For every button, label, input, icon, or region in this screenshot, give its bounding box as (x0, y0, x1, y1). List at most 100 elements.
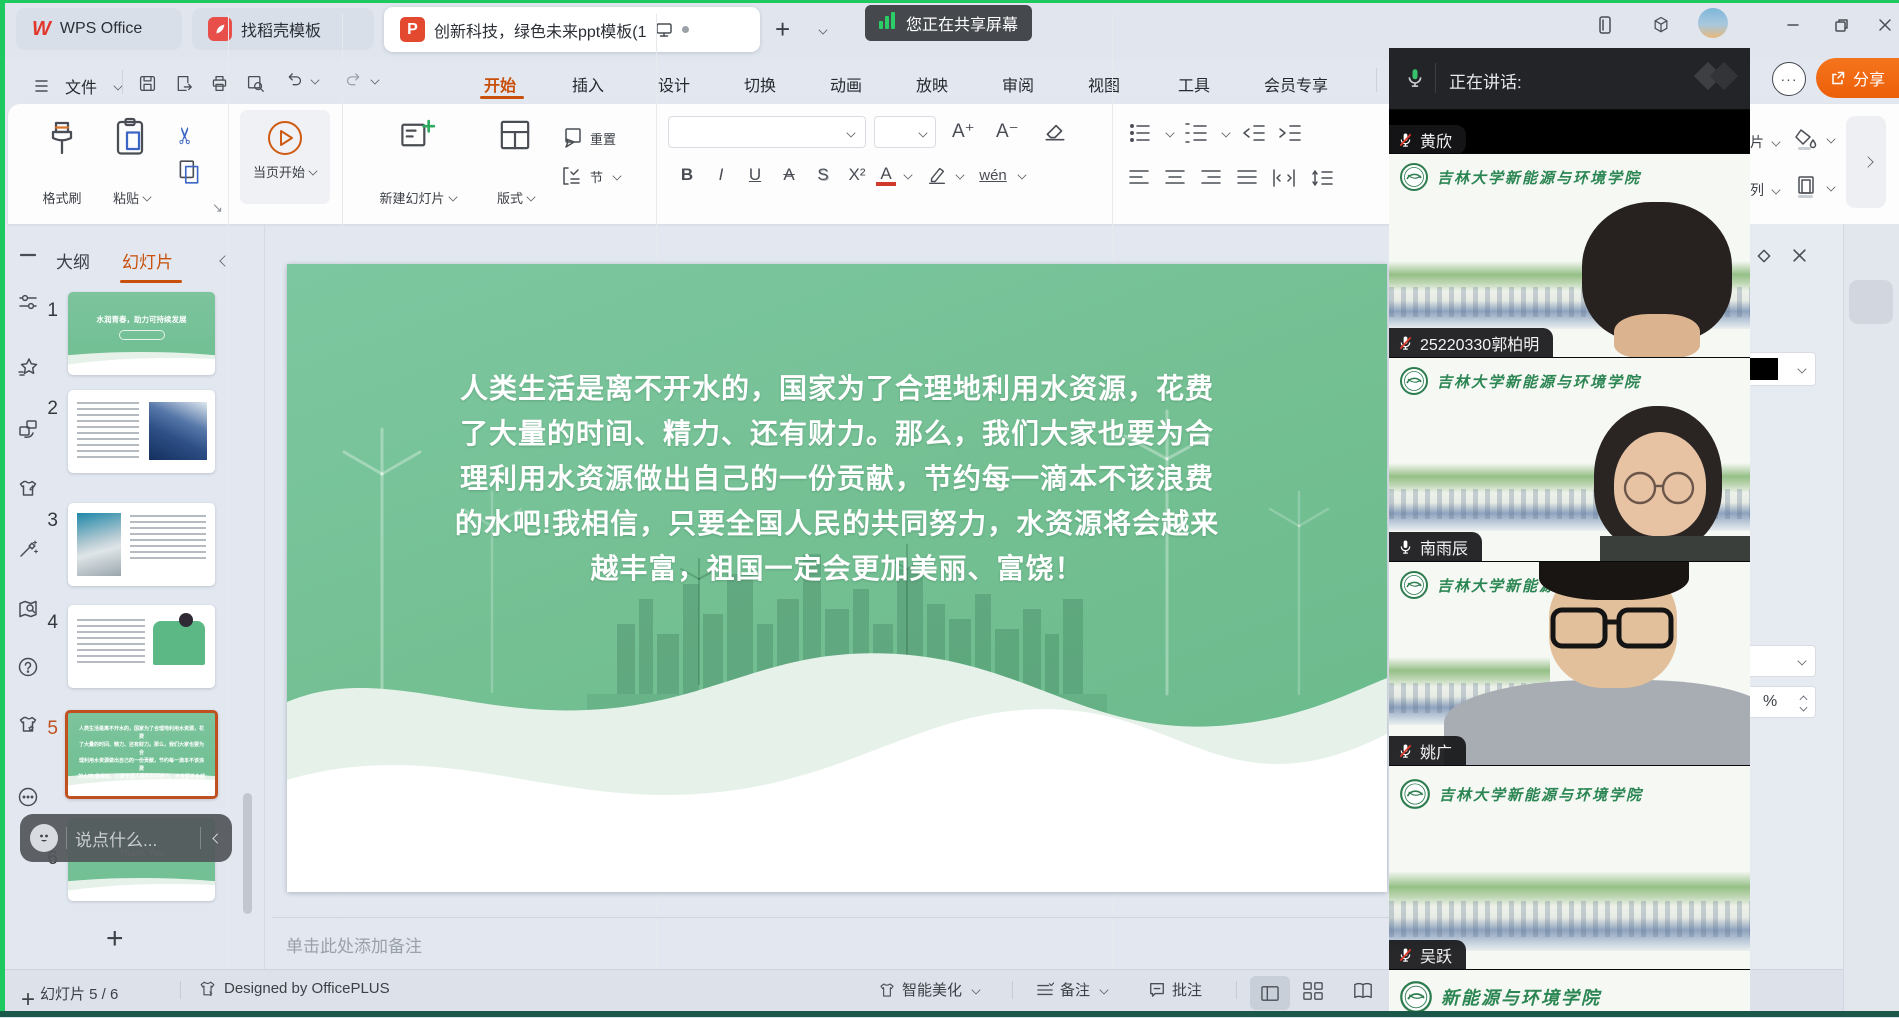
save-button[interactable] (134, 70, 160, 96)
tab-insert[interactable]: 插入 (566, 66, 610, 102)
paste-chevron[interactable] (142, 192, 151, 201)
more-options-icon[interactable] (17, 786, 39, 808)
pinyin-chevron[interactable] (1017, 170, 1026, 179)
reset-button[interactable]: 重置 (560, 126, 616, 150)
increase-font-button[interactable]: A⁺ (952, 120, 975, 143)
font-size-combo[interactable] (874, 116, 936, 148)
highlight-pen-icon[interactable] (926, 164, 948, 186)
spinner-down-chevron[interactable] (1800, 704, 1808, 712)
comment-input-placeholder[interactable]: 说点什么... (75, 826, 192, 851)
view-normal-button[interactable] (1250, 976, 1290, 1010)
highlight-chevron[interactable] (955, 170, 964, 179)
section-chevron[interactable] (612, 171, 621, 180)
panel-pin-icon[interactable] (1756, 248, 1772, 264)
magic-wand-icon[interactable] (17, 538, 39, 560)
font-color-button[interactable]: A (876, 165, 896, 186)
strikethrough-button[interactable]: A (774, 165, 804, 185)
play-current-chevron[interactable] (308, 166, 317, 175)
template-shirt-star-icon[interactable] (17, 714, 39, 736)
design-shirt-icon[interactable] (17, 478, 39, 500)
frame-style-button[interactable] (1794, 174, 1835, 200)
paste-button[interactable] (112, 116, 148, 158)
tab-animation[interactable]: 动画 (824, 66, 868, 102)
view-grid-button[interactable] (1302, 981, 1324, 1001)
effects-star-icon[interactable] (17, 356, 39, 378)
pinyin-guide-button[interactable]: wén (976, 167, 1010, 184)
underline-button[interactable]: U (740, 165, 770, 185)
tab-design[interactable]: 设计 (652, 66, 696, 102)
bold-button[interactable]: B (672, 165, 702, 185)
tab-review[interactable]: 审阅 (996, 66, 1040, 102)
clear-format-icon[interactable] (1042, 118, 1068, 144)
print-preview-button[interactable] (242, 70, 268, 96)
participant-tile[interactable]: 黄欣 (1389, 109, 1750, 154)
animation-shapes-icon[interactable] (17, 418, 39, 440)
font-name-combo[interactable] (668, 116, 866, 148)
section-button[interactable]: 节 (560, 164, 621, 188)
tab-view[interactable]: 视图 (1082, 66, 1126, 102)
bullet-chevron[interactable] (1165, 128, 1174, 137)
line-spacing-icon[interactable] (1310, 168, 1334, 188)
bullet-list-icon[interactable] (1128, 122, 1152, 144)
redo-button[interactable] (344, 70, 379, 89)
object-properties-icon[interactable] (17, 291, 39, 313)
collapse-comment-chevron[interactable] (212, 833, 222, 843)
notes-toggle-button[interactable]: 备注 (1036, 979, 1108, 1000)
slide-thumbnail-4[interactable] (68, 605, 215, 688)
map-search-icon[interactable] (17, 598, 39, 620)
participant-tile[interactable]: 吉林大学新能源与环境学院 吴跃 (1389, 765, 1750, 969)
slide-canvas[interactable]: 人类生活是离不开水的，国家为了合理地利用水资源，花费 了大量的时间、精力、还有财… (287, 264, 1387, 892)
tab-outline[interactable]: 大纲 (56, 248, 90, 273)
share-button[interactable]: 分享 (1816, 58, 1899, 98)
add-slide-button[interactable]: + (106, 922, 124, 956)
slide-thumbnail-3[interactable] (68, 503, 215, 586)
ai-assistant-icon[interactable]: ··· (1772, 62, 1806, 96)
font-name-chevron[interactable] (846, 128, 855, 137)
font-size-chevron[interactable] (918, 128, 927, 137)
numbered-list-icon[interactable] (1184, 122, 1208, 144)
emoji-icon[interactable] (30, 824, 58, 852)
participant-tile-partial[interactable]: 新能源与环境学院 (1389, 969, 1750, 1017)
distribute-text-icon[interactable] (1272, 168, 1296, 188)
align-center-icon[interactable] (1164, 168, 1186, 188)
slide-thumbnail-2[interactable] (68, 390, 215, 473)
view-read-button[interactable] (1352, 981, 1374, 1001)
font-color-chevron[interactable] (903, 170, 912, 179)
justify-icon[interactable] (1236, 168, 1258, 188)
help-icon[interactable] (17, 656, 39, 678)
tab-transition[interactable]: 切换 (738, 66, 782, 102)
notes-area[interactable]: 单击此处添加备注 (272, 917, 1389, 970)
format-painter-button[interactable] (44, 118, 80, 158)
text-shadow-button[interactable]: S (808, 165, 838, 185)
increase-indent-icon[interactable] (1276, 122, 1302, 144)
dialog-launcher-icon[interactable]: ↘ (212, 200, 223, 216)
copy-icon[interactable] (176, 158, 202, 186)
export-button[interactable] (170, 70, 196, 96)
undo-button[interactable] (284, 70, 319, 89)
sidebar-scrollbar[interactable] (243, 793, 252, 914)
slide-thumbnail-5-selected[interactable]: 人类生活是离不开水的，国家为了合理地利用水资源，花费了大量的时间、精力、还有财力… (65, 710, 218, 799)
slide-thumbnail-1[interactable]: 水润青春，助力可持续发展 (68, 292, 215, 375)
account-avatar[interactable] (1698, 8, 1728, 38)
fill-color-button[interactable] (1794, 126, 1835, 152)
play-current-button[interactable]: 当页开始 (240, 110, 330, 204)
minimize-button[interactable] (1780, 12, 1806, 38)
decrease-font-button[interactable]: A⁻ (996, 120, 1019, 143)
close-button[interactable] (1872, 12, 1898, 38)
integration-cube-icon[interactable] (1648, 12, 1674, 38)
new-tab-button[interactable]: + (775, 16, 790, 42)
tab-template-store[interactable]: 找稻壳模板 (192, 8, 374, 50)
tab-tools[interactable]: 工具 (1172, 66, 1216, 102)
new-slide-button[interactable] (398, 116, 436, 154)
numbered-chevron[interactable] (1221, 128, 1230, 137)
officeplus-credit[interactable]: Designed by OfficePLUS (198, 979, 390, 998)
superscript-button[interactable]: X² (842, 165, 872, 185)
participant-tile[interactable]: 吉林大学新能源与环境学院 姚广 (1389, 561, 1750, 765)
comment-toolbar[interactable]: 说点什么... (20, 814, 232, 862)
undo-chevron[interactable] (310, 75, 319, 84)
decrease-indent-icon[interactable] (1240, 122, 1266, 144)
ribbon-expand-button[interactable] (1846, 116, 1886, 208)
tab-slideshow[interactable]: 放映 (910, 66, 954, 102)
panel-close-icon[interactable] (1792, 248, 1807, 263)
cut-icon[interactable]: ✂ (172, 126, 199, 145)
